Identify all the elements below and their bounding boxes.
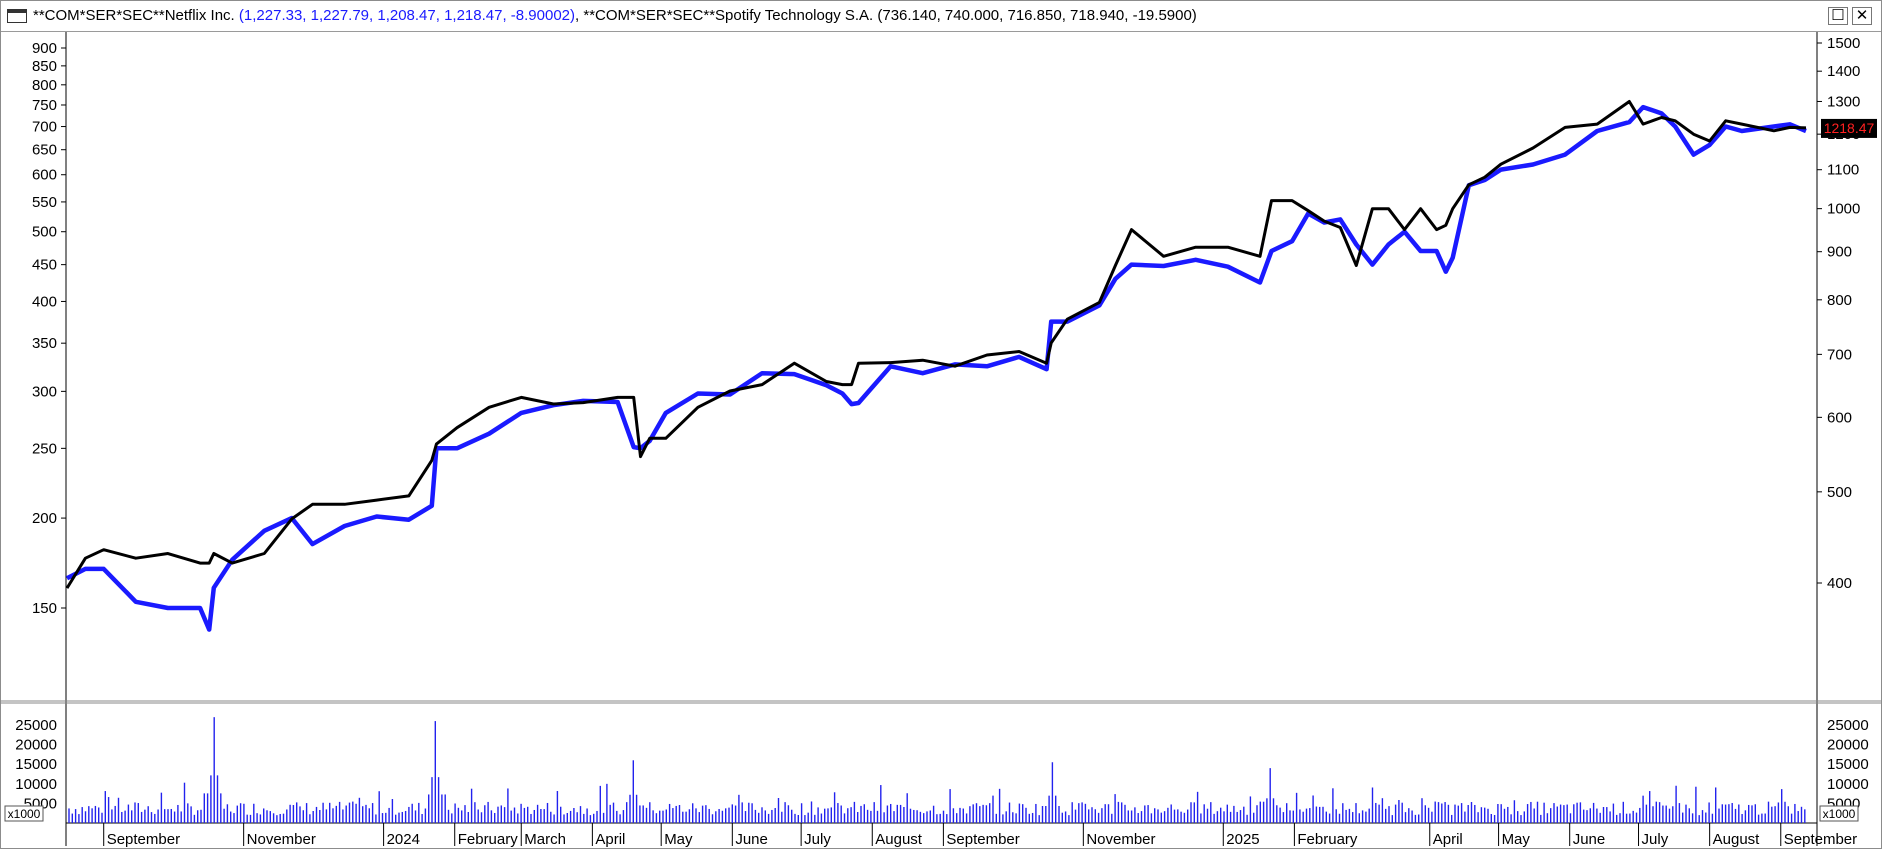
- date-tick-label: September: [107, 831, 180, 848]
- volume-tick-label-left: 25000: [15, 717, 57, 734]
- right-axis: 1500140013001200110010009008007006005004…: [1817, 35, 1860, 592]
- right-tick-label: 500: [1827, 484, 1852, 501]
- date-tick-label: February: [1297, 831, 1358, 848]
- right-tick-label: 1300: [1827, 93, 1860, 110]
- left-tick-label: 300: [32, 383, 57, 400]
- left-tick-label: 150: [32, 600, 57, 617]
- volume-tick-label-right: 15000: [1827, 756, 1869, 773]
- left-tick-label: 500: [32, 224, 57, 241]
- last-price-label: 1218.47: [1824, 120, 1875, 136]
- volume-multiplier-left: x1000: [8, 807, 41, 821]
- date-tick-label: September: [946, 831, 1019, 848]
- left-tick-label: 700: [32, 119, 57, 136]
- chart-window: **COM*SER*SEC**Netflix Inc. (1,227.33, 1…: [0, 0, 1882, 849]
- right-tick-label: 400: [1827, 575, 1852, 592]
- date-tick-label: September: [1784, 831, 1857, 848]
- spotify-price-line: [65, 104, 1807, 632]
- date-tick-label: February: [458, 831, 519, 848]
- volume-tick-label-left: 20000: [15, 737, 57, 754]
- date-tick-label: August: [1713, 831, 1761, 848]
- date-tick-label: July: [1642, 831, 1669, 848]
- date-tick-label: August: [875, 831, 923, 848]
- date-tick-label: May: [1502, 831, 1531, 848]
- left-axis: 900850 800 750 700 650 600 550 500 450 400 350 300 2…: [32, 40, 66, 617]
- date-tick-label: July: [804, 831, 831, 848]
- date-tick-label: June: [1573, 831, 1606, 848]
- right-tick-label: 1000: [1827, 201, 1860, 218]
- left-tick-label: 350: [32, 335, 57, 352]
- left-tick-label: 750: [32, 97, 57, 114]
- date-tick-label: June: [735, 831, 768, 848]
- volume-tick-label-left: 10000: [15, 776, 57, 793]
- date-tick-label: November: [247, 831, 316, 848]
- volume-bars: [68, 717, 1806, 823]
- date-axis: September November 2024 February March April M…: [103, 823, 1857, 848]
- right-tick-label: 1100: [1827, 162, 1859, 179]
- right-tick-label: 700: [1827, 346, 1852, 363]
- left-tick-label: 200: [32, 510, 57, 527]
- date-tick-label: April: [1433, 831, 1463, 848]
- date-tick-label: May: [664, 831, 693, 848]
- volume-tick-label-right: 25000: [1827, 717, 1869, 734]
- date-tick-label: 2025: [1226, 831, 1259, 848]
- price-series: [65, 100, 1807, 632]
- volume-axis: 25000 25000 20000 20000 15000 15000 10000 10000…: [15, 717, 1868, 812]
- left-tick-label: 450: [32, 257, 57, 274]
- right-tick-label: 800: [1827, 292, 1852, 309]
- right-tick-label: 1400: [1827, 63, 1860, 80]
- date-tick-label: March: [524, 831, 566, 848]
- left-tick-label: 650: [32, 142, 57, 159]
- right-tick-label: 1500: [1827, 35, 1860, 52]
- volume-tick-label-right: 20000: [1827, 737, 1869, 754]
- left-tick-label: 800: [32, 77, 57, 94]
- left-tick-label: 850: [32, 58, 57, 75]
- left-tick-label: 400: [32, 293, 57, 310]
- price-chart: 9008508007507006506005505004504003503002…: [1, 32, 1881, 848]
- date-tick-label: November: [1086, 831, 1155, 848]
- volume-tick-label-right: 10000: [1827, 776, 1869, 793]
- netflix-price-line: [65, 100, 1807, 589]
- date-tick-label: April: [595, 831, 625, 848]
- left-tick-label: 250: [32, 440, 57, 457]
- left-tick-label: 550: [32, 194, 57, 211]
- left-tick-label: 900: [32, 40, 57, 57]
- date-tick-label: 2024: [387, 831, 420, 848]
- volume-multiplier-right: x1000: [1823, 807, 1856, 821]
- left-tick-label: 600: [32, 167, 57, 184]
- right-tick-label: 600: [1827, 409, 1852, 426]
- volume-tick-label-left: 15000: [15, 756, 57, 773]
- right-tick-label: 900: [1827, 244, 1852, 261]
